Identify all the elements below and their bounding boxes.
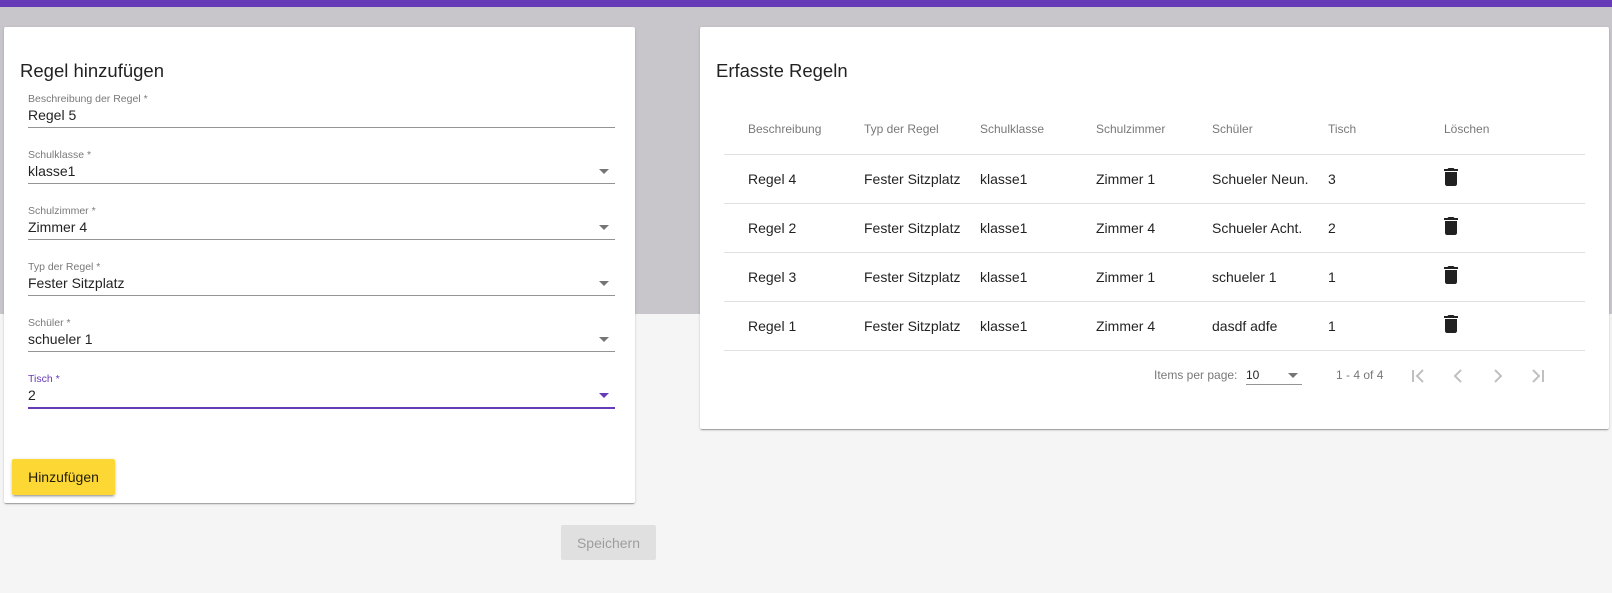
room-underline bbox=[28, 239, 615, 240]
save-button[interactable]: Speichern bbox=[561, 525, 656, 560]
row-table: 3 bbox=[1328, 154, 1444, 204]
table-value[interactable]: 2 bbox=[28, 387, 36, 403]
page-range-label: 1 - 4 of 4 bbox=[1336, 368, 1384, 382]
room-label: Schulzimmer * bbox=[28, 205, 96, 217]
rules-card: Erfasste Regeln Beschreibung Typ der Reg… bbox=[700, 27, 1609, 429]
class-select[interactable]: Schulklasse * klasse1 bbox=[28, 149, 615, 201]
room-value[interactable]: Zimmer 4 bbox=[28, 219, 87, 235]
class-underline bbox=[28, 183, 615, 184]
table-dropdown-arrow-icon[interactable] bbox=[599, 393, 609, 398]
add-rule-card: Regel hinzufügen Beschreibung der Regel … bbox=[4, 27, 635, 503]
column-header-room: Schulzimmer bbox=[1096, 105, 1212, 155]
column-header-student: Schüler bbox=[1212, 105, 1328, 155]
row-table: 2 bbox=[1328, 203, 1444, 253]
student-select[interactable]: Schüler * schueler 1 bbox=[28, 317, 615, 369]
row-delete-cell bbox=[1444, 301, 1585, 351]
table-row: Regel 4 Fester Sitzplatz klasse1 Zimmer … bbox=[724, 154, 1585, 204]
row-table: 1 bbox=[1328, 301, 1444, 351]
row-rule-type: Fester Sitzplatz bbox=[864, 203, 980, 253]
row-rule-type: Fester Sitzplatz bbox=[864, 252, 980, 302]
row-delete-cell bbox=[1444, 203, 1585, 253]
rule-type-dropdown-arrow-icon[interactable] bbox=[599, 281, 609, 286]
page-size-value[interactable]: 10 bbox=[1246, 368, 1259, 382]
rule-type-select[interactable]: Typ der Regel * Fester Sitzplatz bbox=[28, 261, 615, 313]
first-page-button[interactable] bbox=[1398, 357, 1438, 397]
rules-table: Beschreibung Typ der Regel Schulklasse S… bbox=[724, 105, 1585, 351]
trash-icon[interactable] bbox=[1444, 266, 1458, 287]
previous-page-icon bbox=[1449, 367, 1467, 388]
items-per-page-label: Items per page: bbox=[1154, 368, 1238, 382]
column-header-class: Schulklasse bbox=[980, 105, 1096, 155]
column-header-rule-type: Typ der Regel bbox=[864, 105, 980, 155]
class-label: Schulklasse * bbox=[28, 149, 92, 161]
description-label: Beschreibung der Regel * bbox=[28, 93, 148, 105]
next-page-button[interactable] bbox=[1478, 357, 1518, 397]
table-label: Tisch * bbox=[28, 373, 60, 385]
room-select[interactable]: Schulzimmer * Zimmer 4 bbox=[28, 205, 615, 257]
row-class: klasse1 bbox=[980, 203, 1096, 253]
trash-icon[interactable] bbox=[1444, 217, 1458, 238]
row-table: 1 bbox=[1328, 252, 1444, 302]
row-student: schueler 1 bbox=[1212, 252, 1328, 302]
row-description: Regel 1 bbox=[724, 301, 864, 351]
rule-type-value[interactable]: Fester Sitzplatz bbox=[28, 275, 124, 291]
student-label: Schüler * bbox=[28, 317, 71, 329]
room-dropdown-arrow-icon[interactable] bbox=[599, 225, 609, 230]
row-student: dasdf adfe bbox=[1212, 301, 1328, 351]
trash-icon[interactable] bbox=[1444, 168, 1458, 189]
row-description: Regel 4 bbox=[724, 154, 864, 204]
row-rule-type: Fester Sitzplatz bbox=[864, 154, 980, 204]
row-description: Regel 3 bbox=[724, 252, 864, 302]
row-room: Zimmer 1 bbox=[1096, 154, 1212, 204]
column-header-table: Tisch bbox=[1328, 105, 1444, 155]
row-class: klasse1 bbox=[980, 154, 1096, 204]
row-room: Zimmer 4 bbox=[1096, 301, 1212, 351]
column-header-delete: Löschen bbox=[1444, 105, 1585, 155]
previous-page-button[interactable] bbox=[1438, 357, 1478, 397]
row-rule-type: Fester Sitzplatz bbox=[864, 301, 980, 351]
rule-type-underline bbox=[28, 295, 615, 296]
last-page-icon bbox=[1529, 367, 1547, 388]
rules-title: Erfasste Regeln bbox=[716, 60, 848, 81]
description-underline bbox=[28, 127, 615, 128]
first-page-icon bbox=[1409, 367, 1427, 388]
table-row: Regel 1 Fester Sitzplatz klasse1 Zimmer … bbox=[724, 301, 1585, 351]
rule-type-label: Typ der Regel * bbox=[28, 261, 101, 273]
paginator: Items per page: 10 1 - 4 of 4 bbox=[700, 357, 1609, 397]
top-toolbar bbox=[0, 0, 1612, 7]
class-value[interactable]: klasse1 bbox=[28, 163, 75, 179]
add-rule-button[interactable]: Hinzufügen bbox=[12, 459, 115, 495]
page-size-arrow-icon[interactable] bbox=[1288, 373, 1298, 378]
row-class: klasse1 bbox=[980, 301, 1096, 351]
rules-header-row: Beschreibung Typ der Regel Schulklasse S… bbox=[724, 105, 1585, 155]
table-row: Regel 3 Fester Sitzplatz klasse1 Zimmer … bbox=[724, 252, 1585, 302]
row-student: Schueler Neun. bbox=[1212, 154, 1328, 204]
row-room: Zimmer 1 bbox=[1096, 252, 1212, 302]
student-underline bbox=[28, 351, 615, 352]
table-row: Regel 2 Fester Sitzplatz klasse1 Zimmer … bbox=[724, 203, 1585, 253]
student-dropdown-arrow-icon[interactable] bbox=[599, 337, 609, 342]
class-dropdown-arrow-icon[interactable] bbox=[599, 169, 609, 174]
description-field[interactable]: Beschreibung der Regel * Regel 5 bbox=[28, 93, 615, 145]
column-header-description: Beschreibung bbox=[724, 105, 864, 155]
description-input[interactable]: Regel 5 bbox=[28, 107, 76, 123]
last-page-button[interactable] bbox=[1518, 357, 1558, 397]
page-size-select[interactable]: 10 bbox=[1246, 365, 1302, 385]
row-room: Zimmer 4 bbox=[1096, 203, 1212, 253]
add-rule-title: Regel hinzufügen bbox=[20, 60, 164, 81]
row-student: Schueler Acht. bbox=[1212, 203, 1328, 253]
trash-icon[interactable] bbox=[1444, 315, 1458, 336]
row-class: klasse1 bbox=[980, 252, 1096, 302]
table-select[interactable]: Tisch * 2 bbox=[28, 373, 615, 425]
row-description: Regel 2 bbox=[724, 203, 864, 253]
row-delete-cell bbox=[1444, 252, 1585, 302]
row-delete-cell bbox=[1444, 154, 1585, 204]
table-underline bbox=[28, 407, 615, 409]
next-page-icon bbox=[1489, 367, 1507, 388]
student-value[interactable]: schueler 1 bbox=[28, 331, 93, 347]
